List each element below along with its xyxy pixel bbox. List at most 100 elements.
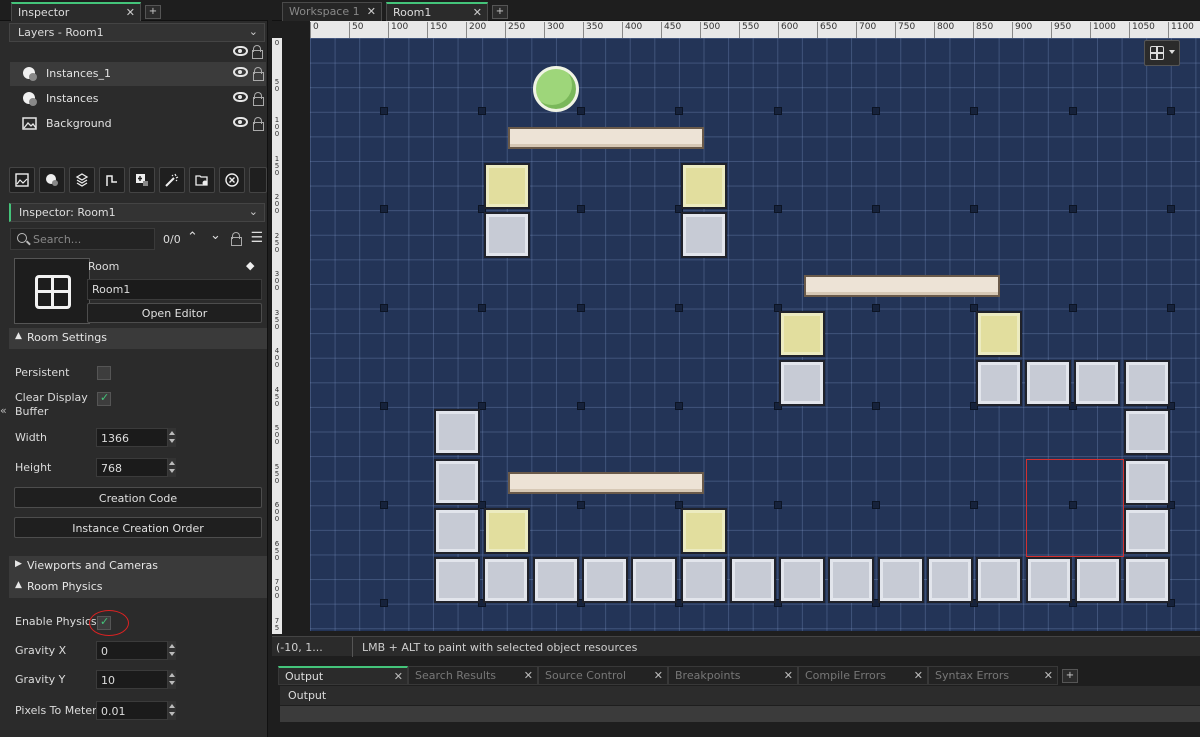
- layer-row-background[interactable]: Background: [10, 112, 266, 136]
- tab-compile-errors[interactable]: Compile Errors ✕: [798, 666, 928, 685]
- add-tab-button[interactable]: +: [492, 5, 508, 19]
- yellow-block-instance[interactable]: [976, 311, 1022, 357]
- tab-room1[interactable]: Room1 ✕: [386, 2, 488, 21]
- ball-instance[interactable]: [533, 66, 579, 112]
- add-tile-layer-button[interactable]: [69, 167, 95, 193]
- stone-block-instance[interactable]: [631, 557, 678, 603]
- stone-block-instance[interactable]: [779, 557, 826, 603]
- platform-instance[interactable]: [804, 275, 1000, 297]
- stone-block-instance[interactable]: [729, 557, 776, 603]
- close-icon[interactable]: ✕: [914, 669, 923, 682]
- tab-output[interactable]: Output ✕: [278, 666, 408, 685]
- layer-row-instances[interactable]: Instances: [10, 87, 266, 111]
- close-icon[interactable]: ✕: [394, 670, 403, 683]
- lock-icon[interactable]: [253, 67, 264, 81]
- search-input[interactable]: Search...: [10, 228, 155, 250]
- inspector-header[interactable]: Inspector: Room1 ⌄: [9, 203, 265, 222]
- chevron-down-icon[interactable]: ⌄: [249, 205, 258, 218]
- close-icon[interactable]: ✕: [473, 6, 482, 19]
- close-icon[interactable]: ✕: [524, 669, 533, 682]
- yellow-block-instance[interactable]: [779, 311, 825, 357]
- instance-creation-order-button[interactable]: Instance Creation Order: [14, 517, 262, 538]
- creation-code-button[interactable]: Creation Code: [14, 487, 262, 508]
- lock-icon[interactable]: [253, 92, 264, 106]
- stone-block-instance[interactable]: [434, 557, 480, 603]
- stone-block-instance[interactable]: [779, 360, 825, 406]
- stone-block-instance[interactable]: [828, 557, 875, 603]
- width-input[interactable]: 1366: [96, 428, 168, 447]
- more-tools-button[interactable]: [249, 167, 267, 193]
- eye-icon[interactable]: [233, 117, 248, 127]
- stone-block-instance[interactable]: [483, 557, 530, 603]
- open-editor-button[interactable]: Open Editor: [87, 303, 262, 323]
- yellow-block-instance[interactable]: [681, 163, 727, 209]
- chevron-up-icon[interactable]: ⌃: [187, 230, 198, 245]
- eye-icon[interactable]: [233, 46, 248, 56]
- stone-block-instance[interactable]: [1025, 557, 1072, 603]
- add-tab-button[interactable]: +: [145, 5, 161, 19]
- tab-breakpoints[interactable]: Breakpoints ✕: [668, 666, 798, 685]
- platform-instance[interactable]: [508, 127, 704, 149]
- stone-block-instance[interactable]: [434, 409, 480, 455]
- layers-header[interactable]: Layers - Room1 ⌄: [9, 23, 265, 42]
- add-tab-button[interactable]: +: [1062, 669, 1078, 683]
- tab-syntax-errors[interactable]: Syntax Errors ✕: [928, 666, 1058, 685]
- stone-block-instance[interactable]: [877, 557, 924, 603]
- lock-icon[interactable]: [253, 117, 264, 131]
- add-path-layer-button[interactable]: [99, 167, 125, 193]
- chevron-down-icon[interactable]: ⌄: [210, 228, 221, 243]
- room-settings-header[interactable]: ▲ Room Settings: [9, 328, 267, 349]
- clear-display-checkbox[interactable]: [97, 391, 111, 406]
- close-icon[interactable]: ✕: [784, 669, 793, 682]
- persistent-checkbox[interactable]: [97, 366, 111, 380]
- platform-instance[interactable]: [508, 472, 704, 494]
- eye-icon[interactable]: [233, 92, 248, 102]
- yellow-block-instance[interactable]: [484, 508, 530, 554]
- height-stepper[interactable]: [168, 458, 176, 477]
- stone-block-instance[interactable]: [581, 557, 628, 603]
- add-background-layer-button[interactable]: [9, 167, 35, 193]
- tag-icon[interactable]: ◆: [246, 259, 254, 272]
- gravity-x-stepper[interactable]: [168, 641, 176, 660]
- pixels-to-meters-stepper[interactable]: [168, 701, 176, 720]
- room-name-input[interactable]: Room1: [87, 279, 262, 300]
- chevron-down-icon[interactable]: ⌄: [249, 25, 258, 38]
- stone-block-instance[interactable]: [532, 557, 579, 603]
- room-physics-header[interactable]: ▲ Room Physics: [9, 577, 267, 598]
- gravity-y-input[interactable]: 10: [96, 670, 168, 689]
- stone-block-instance[interactable]: [1124, 409, 1170, 455]
- stone-block-instance[interactable]: [1124, 459, 1170, 505]
- stone-block-instance[interactable]: [976, 557, 1023, 603]
- close-icon[interactable]: ✕: [367, 5, 376, 18]
- add-asset-layer-button[interactable]: [129, 167, 155, 193]
- viewports-header[interactable]: ▶ Viewports and Cameras: [9, 556, 267, 577]
- tab-inspector[interactable]: Inspector ✕: [11, 2, 141, 21]
- gravity-x-input[interactable]: 0: [96, 641, 168, 660]
- room-canvas[interactable]: [310, 38, 1200, 631]
- stone-block-instance[interactable]: [680, 557, 727, 603]
- stone-block-instance[interactable]: [434, 459, 480, 505]
- stone-block-instance[interactable]: [1074, 360, 1120, 406]
- stone-block-instance[interactable]: [681, 212, 727, 258]
- add-instance-layer-button[interactable]: [39, 167, 65, 193]
- tab-source-control[interactable]: Source Control ✕: [538, 666, 668, 685]
- stone-block-instance[interactable]: [1025, 360, 1071, 406]
- yellow-block-instance[interactable]: [484, 163, 530, 209]
- grid-toggle-button[interactable]: [1144, 40, 1180, 66]
- stone-block-instance[interactable]: [1124, 557, 1171, 603]
- tab-workspace-1[interactable]: Workspace 1 ✕: [282, 2, 382, 21]
- pixels-to-meters-input[interactable]: 0.01: [96, 701, 168, 720]
- layer-row-instances-1[interactable]: Instances_1: [10, 62, 266, 86]
- add-folder-button[interactable]: [189, 167, 215, 193]
- height-input[interactable]: 768: [96, 458, 168, 477]
- collapse-panel-icon[interactable]: «: [0, 404, 7, 417]
- lock-icon[interactable]: [231, 232, 242, 246]
- tab-search-results[interactable]: Search Results ✕: [408, 666, 538, 685]
- delete-layer-button[interactable]: [219, 167, 245, 193]
- add-effect-layer-button[interactable]: [159, 167, 185, 193]
- stone-block-instance[interactable]: [484, 212, 530, 258]
- width-stepper[interactable]: [168, 428, 176, 447]
- yellow-block-instance[interactable]: [681, 508, 727, 554]
- gravity-y-stepper[interactable]: [168, 670, 176, 689]
- stone-block-instance[interactable]: [976, 360, 1022, 406]
